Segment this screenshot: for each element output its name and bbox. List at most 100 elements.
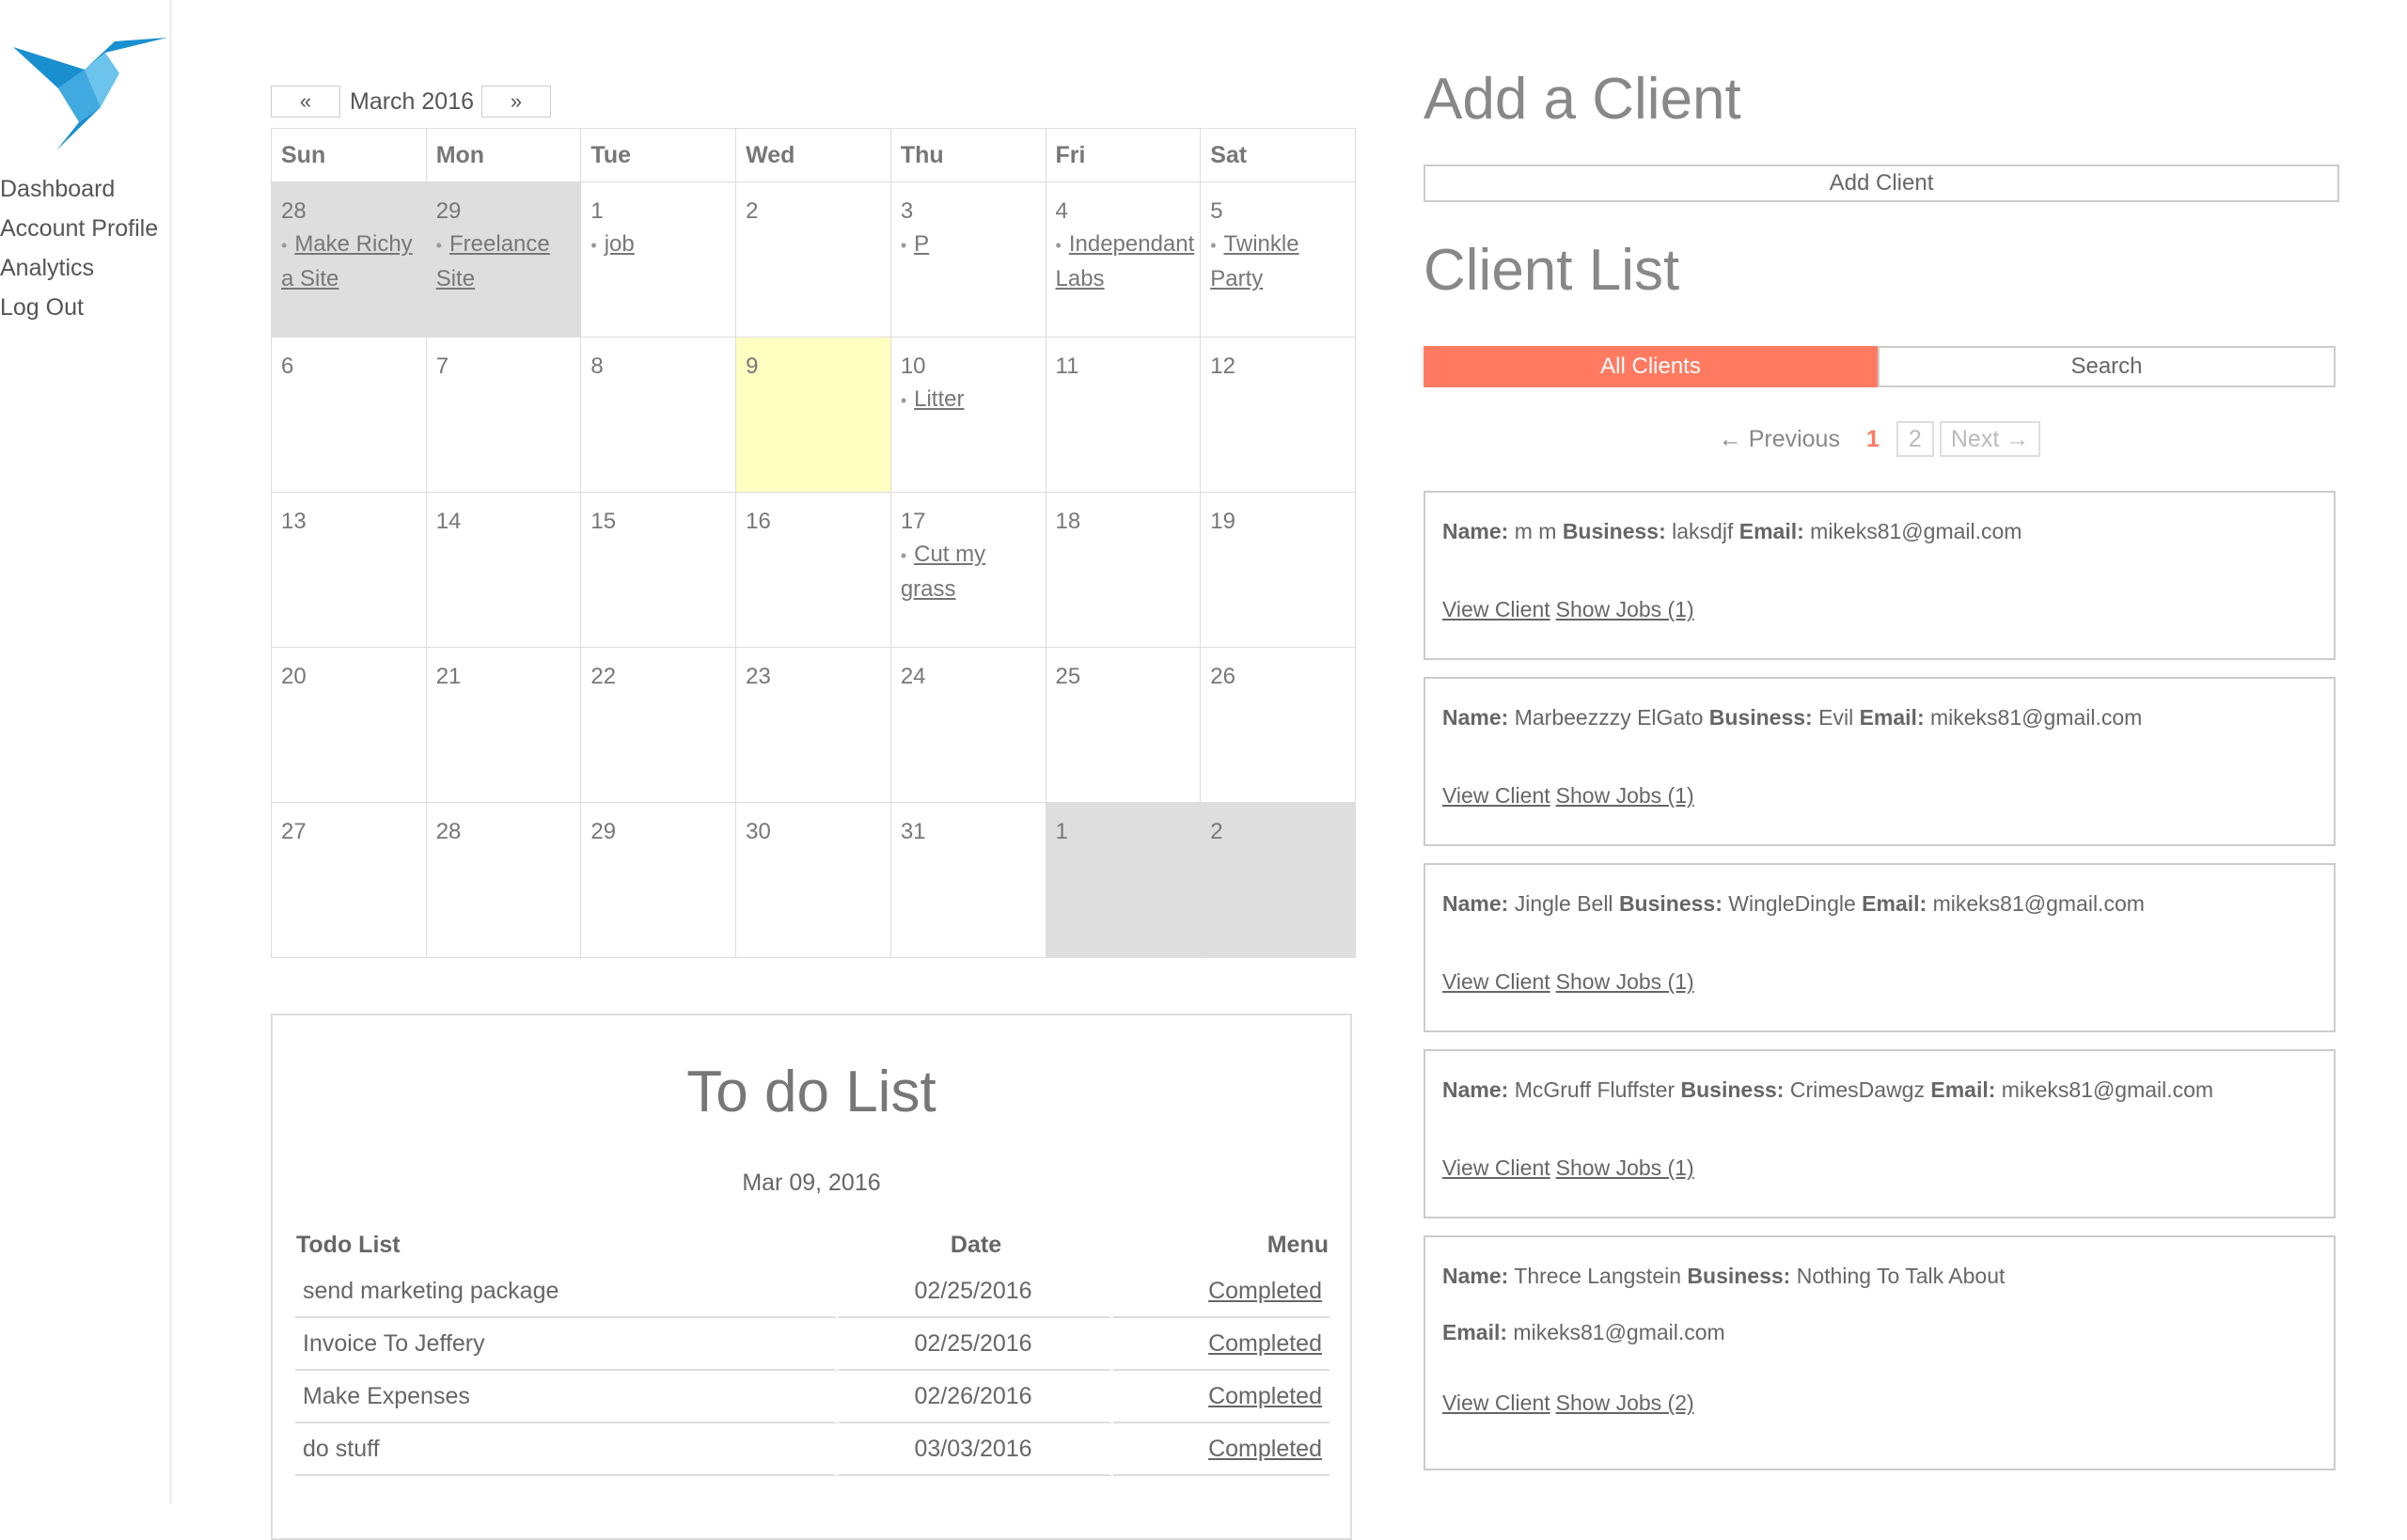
calendar-day-cell[interactable]: 12 bbox=[1200, 337, 1356, 493]
calendar-day-cell[interactable]: 2 bbox=[735, 181, 891, 338]
next-page-link[interactable]: Next → bbox=[1939, 421, 2041, 457]
event-link[interactable]: P bbox=[914, 231, 929, 257]
calendar-day-cell[interactable]: 8 bbox=[580, 337, 737, 493]
todo-header-date: Date bbox=[950, 1231, 1002, 1258]
calendar-day-cell[interactable]: 9 bbox=[735, 337, 891, 493]
event-link[interactable]: Cut my grass bbox=[901, 542, 985, 602]
event-list: Twinkle Party bbox=[1210, 228, 1345, 296]
calendar-day-cell[interactable]: 1job bbox=[580, 181, 737, 338]
calendar-day-cell[interactable]: 16 bbox=[735, 492, 891, 648]
client-info: Name: Marbeezzzy ElGato Business: Evil E… bbox=[1442, 701, 2317, 733]
client-name: m m bbox=[1514, 519, 1557, 543]
day-number: 21 bbox=[435, 664, 462, 689]
calendar-day-cell[interactable]: 7 bbox=[425, 337, 582, 493]
event-link[interactable]: Freelance Site bbox=[436, 231, 550, 291]
calendar-day-cell[interactable]: 20 bbox=[271, 647, 427, 803]
calendar-day-cell[interactable]: 29 Freelance Site bbox=[425, 181, 582, 338]
show-jobs-link[interactable]: Show Jobs (1) bbox=[1556, 597, 1694, 621]
prev-month-button[interactable]: « bbox=[271, 86, 340, 118]
event-link[interactable]: Litter bbox=[914, 386, 964, 412]
show-jobs-link[interactable]: Show Jobs (1) bbox=[1556, 1155, 1694, 1180]
client-list-tabs: All Clients Search bbox=[1424, 346, 2336, 387]
calendar-day-cell[interactable]: 1 bbox=[1045, 802, 1202, 958]
calendar-day-cell[interactable]: 11 bbox=[1045, 337, 1202, 493]
completed-link[interactable]: Completed bbox=[1208, 1278, 1322, 1304]
calendar-day-cell[interactable]: 23 bbox=[735, 647, 891, 803]
completed-link[interactable]: Completed bbox=[1208, 1330, 1322, 1357]
sidebar-nav: Dashboard Account Profile Analytics Log Out bbox=[0, 169, 158, 327]
event-list: Litter bbox=[901, 383, 1036, 417]
sidebar-item-account-profile[interactable]: Account Profile bbox=[0, 209, 158, 248]
calendar-week: 28Make Richy a Site29Freelance Site1job2… bbox=[271, 181, 1356, 338]
calendar-day-cell[interactable]: 6 bbox=[271, 337, 427, 493]
calendar-day-cell[interactable]: 25 bbox=[1045, 647, 1202, 803]
calendar-day-cell[interactable]: 21 bbox=[425, 647, 582, 803]
calendar-day-cell[interactable]: 22 bbox=[580, 647, 737, 803]
calendar-day-cell[interactable]: 28 Make Richy a Site bbox=[271, 181, 427, 338]
day-number: 27 bbox=[281, 819, 307, 844]
calendar-day-cell[interactable]: 3P bbox=[889, 181, 1046, 338]
calendar-day-cell[interactable]: 15 bbox=[580, 492, 737, 648]
calendar-day-cell[interactable]: 13 bbox=[271, 492, 427, 648]
day-number: 1 bbox=[590, 198, 604, 224]
calendar-day-cell[interactable]: 26 bbox=[1200, 647, 1356, 803]
client-card: Name: McGruff Fluffster Business: Crimes… bbox=[1424, 1049, 2336, 1218]
field-label: Email: bbox=[1442, 1320, 1508, 1344]
calendar-week: 13 14 15 16 17 Cut my grass 18 19 bbox=[271, 492, 1356, 648]
calendar-day-cell[interactable]: 17 Cut my grass bbox=[889, 492, 1046, 648]
completed-link[interactable]: Completed bbox=[1208, 1383, 1322, 1409]
weekday-header: Mon bbox=[425, 128, 582, 182]
day-number: 11 bbox=[1055, 354, 1079, 379]
sidebar-item-dashboard[interactable]: Dashboard bbox=[0, 169, 158, 209]
event-link[interactable]: Twinkle Party bbox=[1210, 231, 1298, 291]
show-jobs-link[interactable]: Show Jobs (1) bbox=[1556, 783, 1694, 808]
field-label: Name: bbox=[1442, 705, 1509, 730]
calendar-day-cell[interactable]: 24 bbox=[889, 647, 1046, 803]
event-link[interactable]: job bbox=[605, 231, 635, 257]
day-number: 29 bbox=[435, 198, 462, 224]
todo-menu-cell: Completed bbox=[1113, 1423, 1329, 1476]
sidebar-item-analytics[interactable]: Analytics bbox=[0, 248, 158, 288]
calendar-day-cell[interactable]: 18 bbox=[1045, 492, 1202, 648]
client-list-title: Client List bbox=[1424, 238, 1680, 303]
view-client-link[interactable]: View Client bbox=[1442, 969, 1550, 994]
calendar-day-cell[interactable]: 31 bbox=[889, 802, 1046, 958]
calendar-day-cell[interactable]: 30 bbox=[735, 802, 891, 958]
hummingbird-logo-icon[interactable] bbox=[11, 32, 167, 152]
calendar-month-label: March 2016 bbox=[350, 87, 475, 115]
event-link[interactable]: Make Richy a Site bbox=[281, 231, 413, 291]
event-link[interactable]: Independant Labs bbox=[1056, 231, 1195, 291]
show-jobs-link[interactable]: Show Jobs (2) bbox=[1556, 1391, 1694, 1415]
weekday-header: Sat bbox=[1200, 128, 1356, 182]
show-jobs-link[interactable]: Show Jobs (1) bbox=[1556, 969, 1694, 994]
view-client-link[interactable]: View Client bbox=[1442, 597, 1550, 621]
completed-link[interactable]: Completed bbox=[1208, 1436, 1322, 1462]
day-number: 16 bbox=[746, 509, 771, 534]
calendar-day-cell[interactable]: 4 Independant Labs bbox=[1045, 181, 1202, 338]
todo-panel: To do List Mar 09, 2016 Todo List Date M… bbox=[271, 1014, 1352, 1540]
day-number: 30 bbox=[746, 819, 771, 844]
view-client-link[interactable]: View Client bbox=[1442, 1155, 1550, 1180]
page-2-link[interactable]: 2 bbox=[1896, 421, 1934, 457]
calendar-day-cell[interactable]: 27 bbox=[271, 802, 427, 958]
todo-task: send marketing package bbox=[295, 1265, 839, 1318]
sidebar-item-log-out[interactable]: Log Out bbox=[0, 288, 158, 327]
calendar-day-cell[interactable]: 19 bbox=[1200, 492, 1356, 648]
day-number: 24 bbox=[900, 664, 926, 689]
next-month-button[interactable]: » bbox=[481, 86, 552, 118]
calendar-day-cell[interactable]: 10 Litter bbox=[889, 337, 1046, 493]
calendar-day-cell[interactable]: 14 bbox=[425, 492, 582, 648]
calendar-day-cell[interactable]: 5 Twinkle Party bbox=[1200, 181, 1356, 338]
add-client-button[interactable]: Add Client bbox=[1424, 165, 2339, 202]
tab-all-clients[interactable]: All Clients bbox=[1424, 346, 1878, 387]
view-client-link[interactable]: View Client bbox=[1442, 783, 1550, 808]
calendar-day-cell[interactable]: 29 bbox=[580, 802, 737, 958]
event-list: Cut my grass bbox=[901, 538, 1036, 606]
previous-page-link[interactable]: ← Previous bbox=[1719, 426, 1840, 453]
todo-header-task: Todo List bbox=[296, 1231, 401, 1258]
calendar-day-cell[interactable]: 28 bbox=[425, 802, 582, 958]
todo-row: Make Expenses 02/26/2016 Completed bbox=[295, 1371, 1329, 1423]
tab-search[interactable]: Search bbox=[1878, 346, 2336, 387]
view-client-link[interactable]: View Client bbox=[1442, 1391, 1550, 1415]
calendar-day-cell[interactable]: 2 bbox=[1200, 802, 1356, 958]
